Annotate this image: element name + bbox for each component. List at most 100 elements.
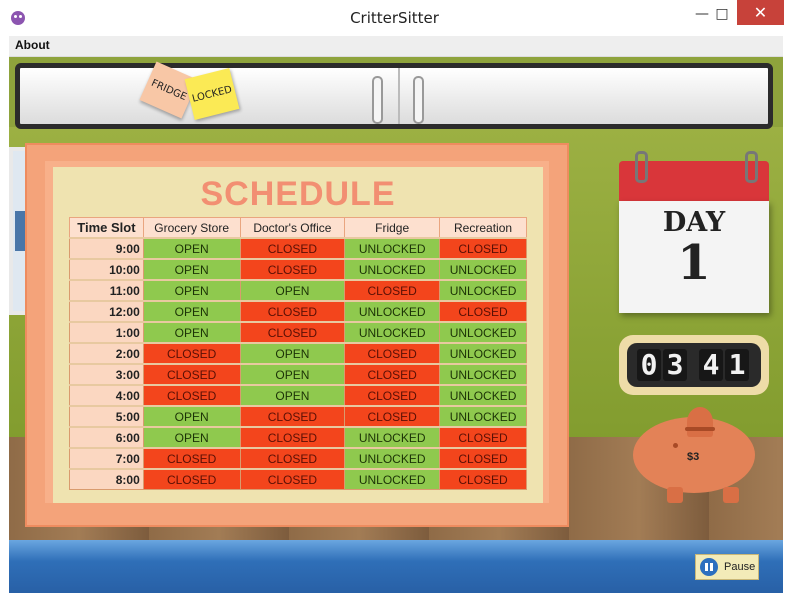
header-fridge: Fridge [344,217,441,239]
time-slot-cell: 6:00 [69,426,144,449]
status-cell: UNLOCKED [439,279,527,302]
schedule-row: 5:00 OPEN CLOSED CLOSED UNLOCKED [69,405,527,428]
game-scene: FRIDGE LOCKED SCHEDULE Time Slot Grocery… [9,57,783,593]
header-doctors-office: Doctor's Office [239,217,346,239]
status-cell: UNLOCKED [344,447,441,470]
status-cell: CLOSED [344,363,441,386]
status-cell: OPEN [142,237,241,260]
schedule-table: Time Slot Grocery Store Doctor's Office … [69,217,527,490]
status-cell: UNLOCKED [344,468,441,490]
time-slot-cell: 2:00 [69,342,144,365]
clock-digit: 4 [699,349,723,381]
schedule-row: 3:00 CLOSED OPEN CLOSED UNLOCKED [69,363,527,386]
status-cell: CLOSED [142,363,241,386]
status-cell: CLOSED [142,468,241,490]
schedule-row: 8:00 CLOSED CLOSED UNLOCKED CLOSED [69,468,527,490]
time-slot-cell: 7:00 [69,447,144,470]
status-cell: UNLOCKED [439,363,527,386]
header-recreation: Recreation [439,217,527,239]
time-slot-cell: 3:00 [69,363,144,386]
piggy-leg [723,487,739,503]
schedule-paper: SCHEDULE Time Slot Grocery Store Doctor'… [53,167,543,503]
schedule-row: 10:00 OPEN CLOSED UNLOCKED UNLOCKED [69,258,527,281]
status-cell: CLOSED [239,468,346,490]
status-cell: OPEN [142,258,241,281]
status-cell: CLOSED [239,321,346,344]
status-cell: UNLOCKED [344,258,441,281]
status-cell: CLOSED [142,447,241,470]
schedule-row: 6:00 OPEN CLOSED UNLOCKED CLOSED [69,426,527,449]
status-cell: UNLOCKED [439,384,527,407]
status-cell: UNLOCKED [439,405,527,428]
clock-digit: 3 [663,349,687,381]
status-cell: CLOSED [239,258,346,281]
status-cell: CLOSED [344,279,441,302]
calendar-page: DAY 1 [619,201,769,313]
time-slot-cell: 4:00 [69,384,144,407]
schedule-row: 2:00 CLOSED OPEN CLOSED UNLOCKED [69,342,527,365]
schedule-row: 12:00 OPEN CLOSED UNLOCKED CLOSED [69,300,527,323]
status-cell: CLOSED [439,300,527,323]
piggy-ear [687,407,713,437]
status-cell: OPEN [142,426,241,449]
status-cell: CLOSED [439,426,527,449]
status-cell: CLOSED [239,300,346,323]
pause-icon [700,558,718,576]
status-cell: OPEN [142,300,241,323]
clock-digit: 0 [637,349,661,381]
schedule-row: 4:00 CLOSED OPEN CLOSED UNLOCKED [69,384,527,407]
calendar-ring-icon [635,151,648,183]
menu-bar: About [9,36,783,57]
status-cell: OPEN [239,363,346,386]
schedule-row: 11:00 OPEN OPEN CLOSED UNLOCKED [69,279,527,302]
status-cell: CLOSED [439,447,527,470]
pause-label: Pause [724,561,756,573]
header-grocery-store: Grocery Store [142,217,241,239]
status-cell: CLOSED [344,342,441,365]
title-bar: CritterSitter — □ ✕ [0,0,789,36]
time-slot-cell: 12:00 [69,300,144,323]
status-cell: UNLOCKED [439,321,527,344]
time-slot-cell: 8:00 [69,468,144,490]
piggy-bank: $3 [627,407,767,507]
status-cell: CLOSED [239,405,346,428]
schedule-header-row: Time Slot Grocery Store Doctor's Office … [69,217,527,239]
header-time-slot: Time Slot [69,217,144,239]
flip-clock: 0 3 4 1 [619,335,769,395]
status-cell: CLOSED [239,237,346,260]
window-title: CritterSitter [350,9,439,27]
status-cell: OPEN [142,405,241,428]
status-cell: UNLOCKED [439,258,527,281]
status-cell: CLOSED [439,468,527,490]
money-amount: $3 [687,451,700,463]
schedule-title: SCHEDULE [200,175,396,213]
clock-digit: 1 [725,349,749,381]
status-cell: UNLOCKED [344,237,441,260]
status-cell: UNLOCKED [344,426,441,449]
schedule-row: 1:00 OPEN CLOSED UNLOCKED UNLOCKED [69,321,527,344]
status-cell: CLOSED [142,384,241,407]
time-slot-cell: 1:00 [69,321,144,344]
menu-item-about[interactable]: About [15,38,50,52]
status-cell: OPEN [239,342,346,365]
status-cell: CLOSED [142,342,241,365]
time-slot-cell: 5:00 [69,405,144,428]
status-cell: OPEN [239,384,346,407]
status-cell: CLOSED [239,447,346,470]
status-cell: OPEN [142,279,241,302]
piggy-eye [673,443,678,448]
close-button[interactable]: ✕ [737,0,784,25]
fridge-cabinet[interactable] [15,63,773,129]
status-cell: OPEN [239,279,346,302]
clock-face: 0 3 4 1 [627,343,761,387]
time-slot-cell: 10:00 [69,258,144,281]
status-cell: UNLOCKED [344,321,441,344]
calendar-day-number: 1 [677,235,711,291]
status-cell: UNLOCKED [439,342,527,365]
status-cell: UNLOCKED [344,300,441,323]
pause-button[interactable]: Pause [695,554,759,580]
cabinet-divider [398,68,400,124]
calendar-day-label: DAY [662,207,726,238]
time-slot-cell: 9:00 [69,237,144,260]
status-cell: CLOSED [239,426,346,449]
